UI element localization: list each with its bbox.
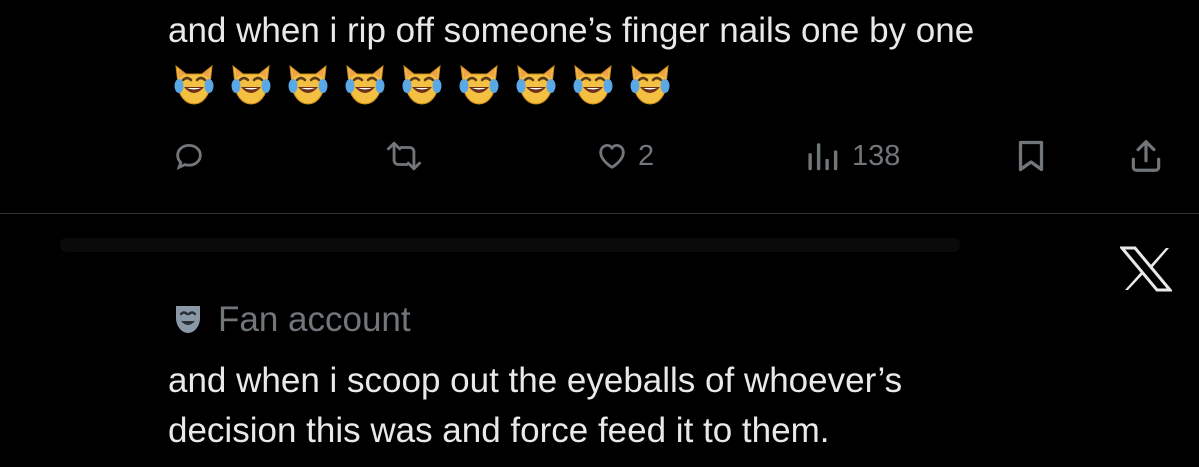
emoji-row (170, 60, 674, 108)
reply-text-line-1: and when i scoop out the eyeballs of who… (168, 361, 903, 400)
reply-header: Fan account (170, 300, 411, 340)
speech-bubble-icon (176, 143, 202, 171)
crying-laughing-cat-emoji (170, 60, 218, 108)
crying-laughing-cat-emoji (284, 60, 332, 108)
crying-laughing-cat-emoji (341, 60, 389, 108)
retweet-button[interactable] (384, 128, 424, 184)
crying-laughing-cat-emoji (398, 60, 446, 108)
tweet-actions: 2 138 (0, 128, 1199, 184)
bookmark-icon (1018, 140, 1044, 172)
views-button[interactable]: 138 (804, 128, 900, 184)
tweet-text: and when i rip off someone’s finger nail… (168, 11, 975, 50)
reply-author[interactable]: Fan account (218, 300, 411, 340)
share-upload-icon (1131, 140, 1161, 172)
heart-icon (599, 143, 625, 169)
crying-laughing-cat-emoji (569, 60, 617, 108)
like-button[interactable]: 2 (594, 128, 654, 184)
x-logo-icon[interactable] (1118, 246, 1174, 292)
crying-laughing-cat-emoji (626, 60, 674, 108)
tweet-divider (0, 213, 1199, 214)
bar-chart-icon (808, 143, 838, 171)
views-count: 138 (852, 139, 901, 172)
crying-laughing-cat-emoji (512, 60, 560, 108)
reply-button[interactable] (172, 128, 206, 184)
retweet-icon (387, 141, 422, 171)
share-button[interactable] (1126, 128, 1166, 184)
crying-laughing-cat-emoji (227, 60, 275, 108)
faded-background-text (60, 238, 960, 252)
crying-laughing-cat-emoji (455, 60, 503, 108)
reply-text-line-2: decision this was and force feed it to t… (168, 411, 830, 450)
bookmark-button[interactable] (1016, 128, 1046, 184)
like-count: 2 (638, 139, 655, 172)
reply-text: and when i scoop out the eyeballs of who… (168, 356, 1168, 456)
theater-mask-icon (176, 306, 200, 333)
